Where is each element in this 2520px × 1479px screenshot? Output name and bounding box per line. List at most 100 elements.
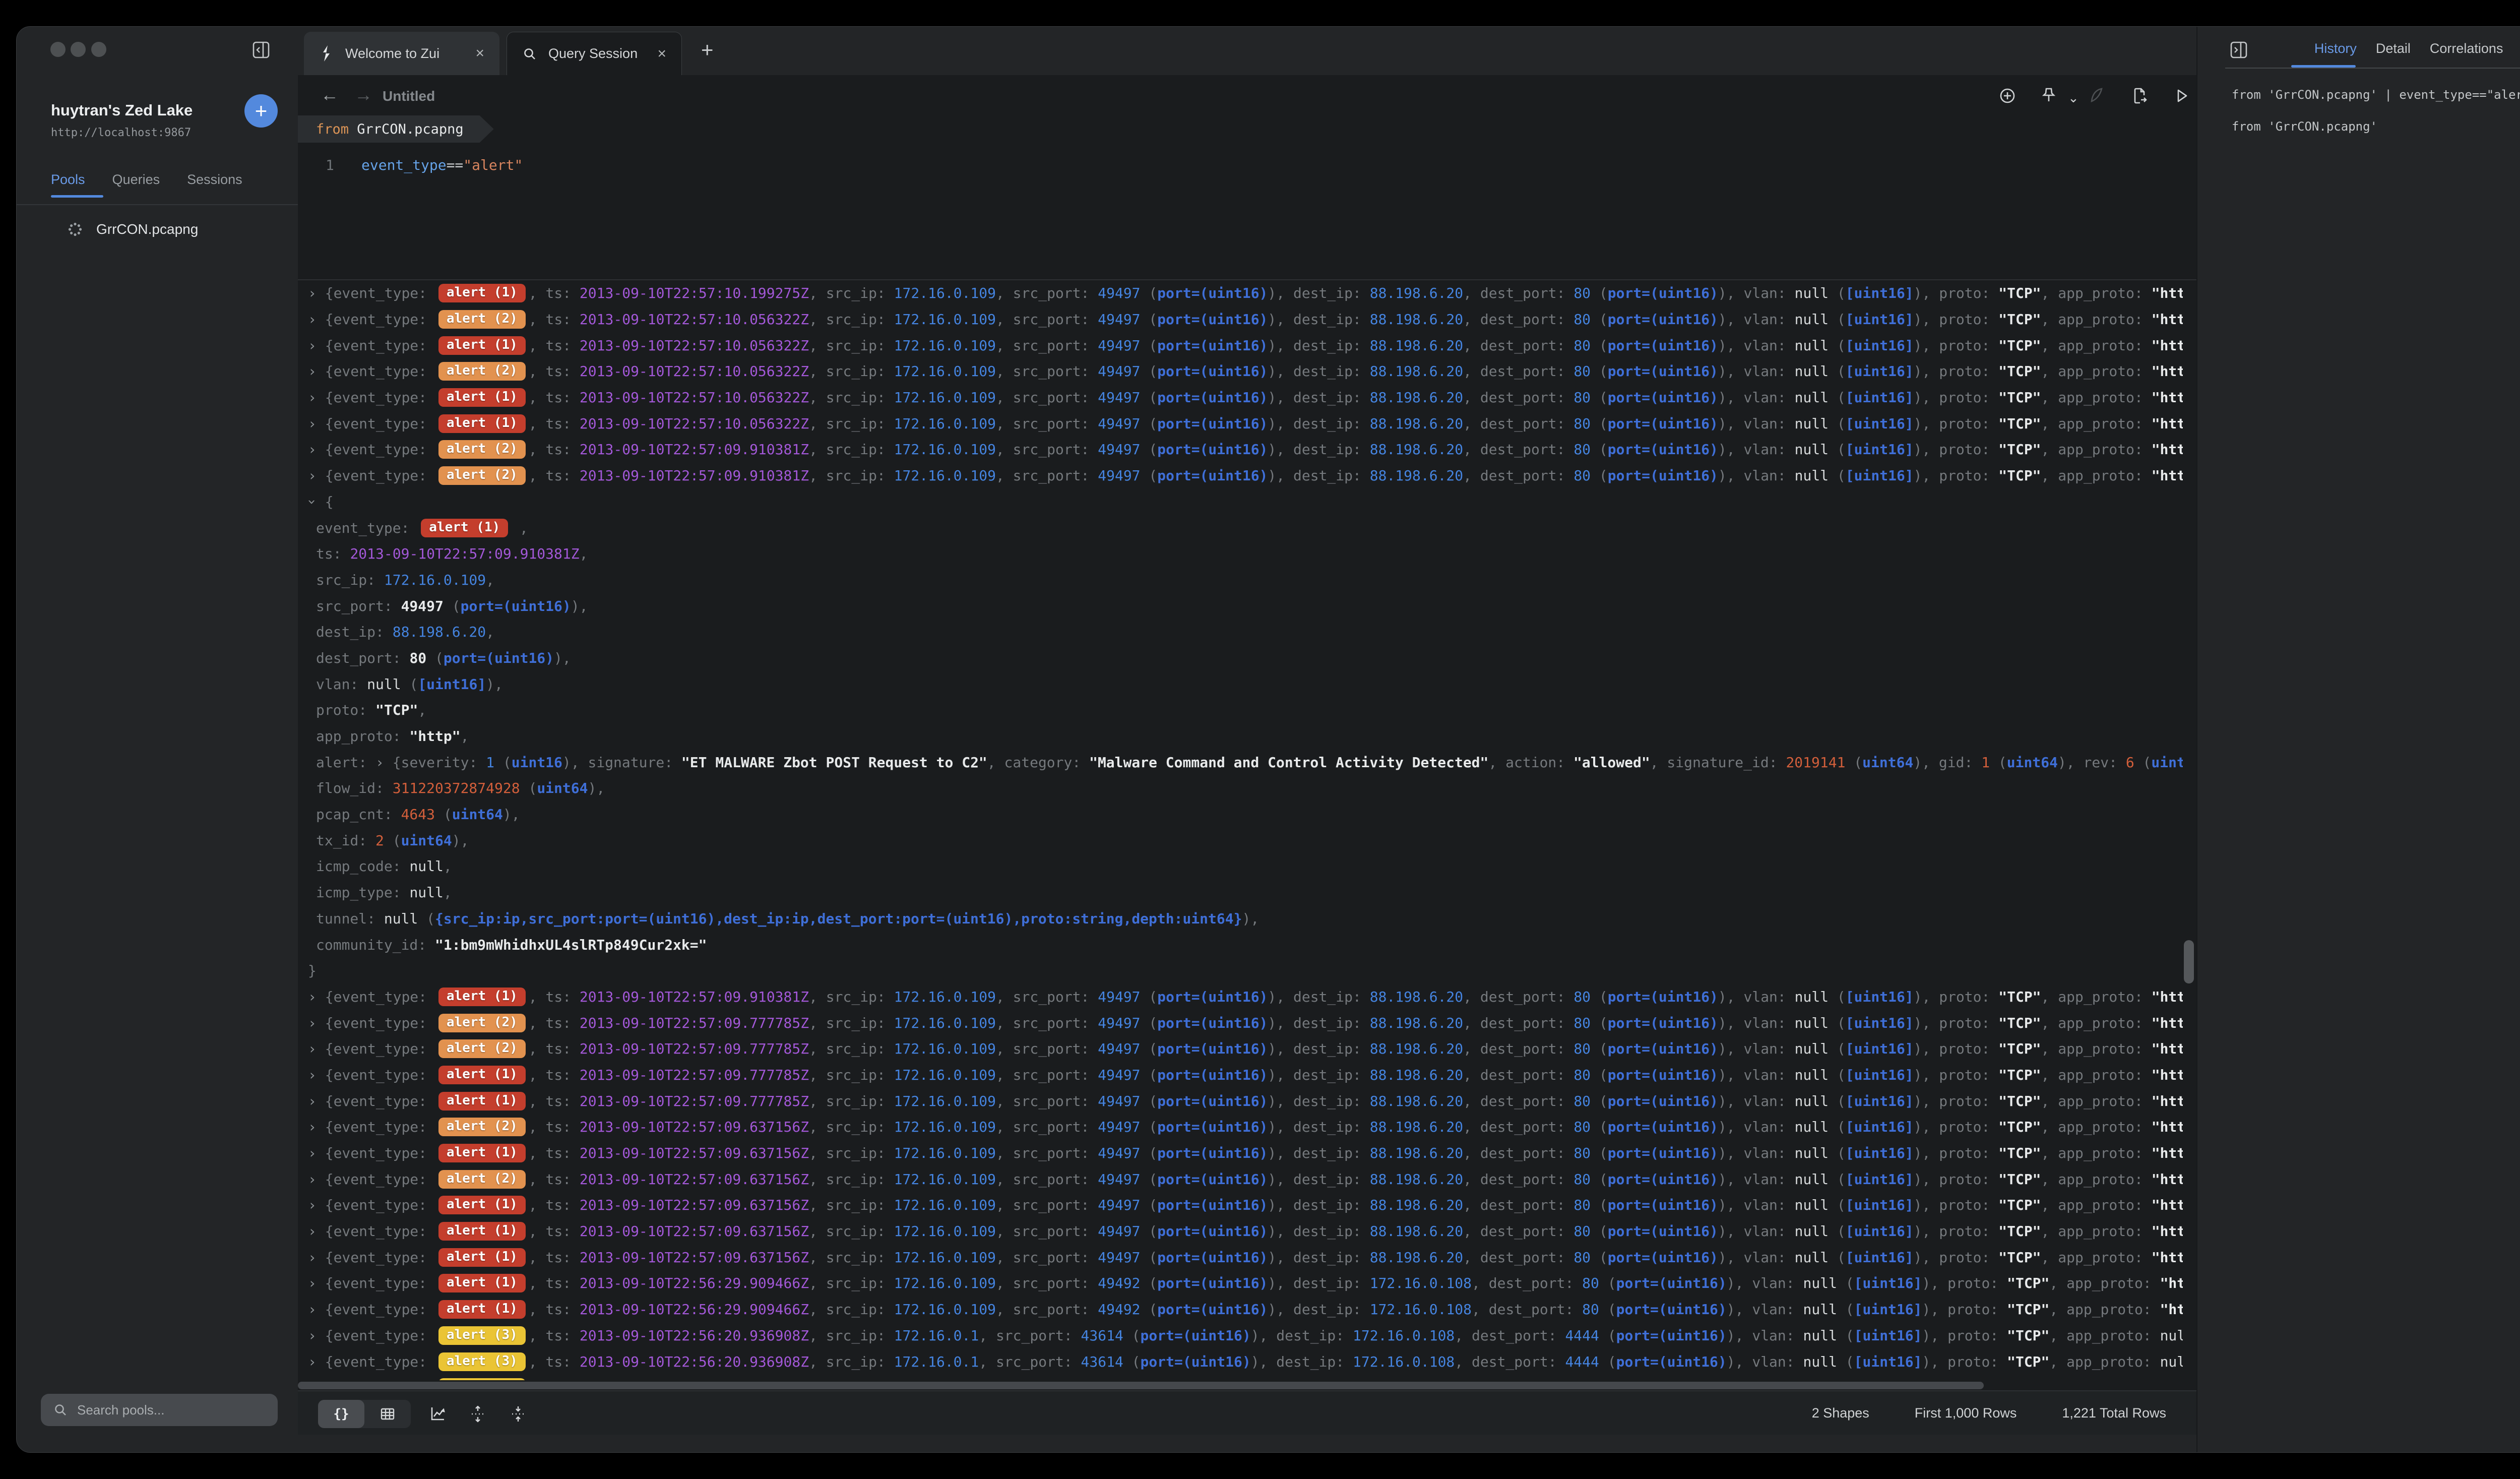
expand-chevron-icon: › bbox=[308, 389, 317, 406]
search-icon bbox=[522, 46, 537, 61]
result-row[interactable]: › {event_type: alert (1), ts: 2013-09-10… bbox=[308, 1192, 2183, 1218]
fin-icon[interactable] bbox=[2087, 86, 2106, 105]
expanded-record-line[interactable]: flow_id: 311220372874928 (uint64), bbox=[308, 775, 2183, 802]
expand-chevron-icon: › bbox=[375, 754, 384, 771]
expanded-record-line[interactable]: pcap_cnt: 4643 (uint64), bbox=[308, 802, 2183, 828]
close-tab-icon[interactable]: × bbox=[657, 45, 666, 63]
result-row[interactable]: › {event_type: alert (2), ts: 2013-09-10… bbox=[308, 358, 2183, 385]
panel-tab-correlations[interactable]: Correlations bbox=[2430, 41, 2503, 56]
result-row[interactable]: › {event_type: alert (2), ts: 2013-09-10… bbox=[308, 1166, 2183, 1192]
vertical-scrollbar[interactable] bbox=[2184, 940, 2194, 983]
expanded-record-line[interactable]: tunnel: null ({src_ip:ip,src_port:port=(… bbox=[308, 906, 2183, 932]
result-row[interactable]: › {event_type: alert (1), ts: 2013-09-10… bbox=[308, 1297, 2183, 1323]
traffic-light-zoom[interactable] bbox=[91, 42, 106, 57]
result-row[interactable]: › {event_type: alert (2), ts: 2013-09-10… bbox=[308, 437, 2183, 463]
expanded-record-line[interactable]: src_port: 49497 (port=(uint16)), bbox=[308, 593, 2183, 619]
main-content: ← → Untitled ⌄ bbox=[298, 75, 2196, 1453]
result-row[interactable]: › {event_type: alert (1), ts: 2013-09-10… bbox=[308, 1244, 2183, 1270]
result-row[interactable]: › {event_type: alert (3), ts: 2013-09-10… bbox=[308, 1348, 2183, 1375]
tab-welcome-label: Welcome to Zui bbox=[345, 46, 439, 61]
result-row[interactable]: › {event_type: alert (1), ts: 2013-09-10… bbox=[308, 332, 2183, 358]
query-editor-line[interactable]: 1 event_type=="alert" bbox=[298, 157, 2196, 183]
sidebar-tab-sessions[interactable]: Sessions bbox=[187, 172, 242, 188]
run-query-icon[interactable] bbox=[2172, 86, 2191, 105]
expand-rows-icon[interactable] bbox=[468, 1404, 487, 1424]
sidebar-collapse-icon[interactable] bbox=[251, 40, 271, 60]
result-row[interactable]: › {event_type: alert (1), ts: 2013-09-10… bbox=[308, 1062, 2183, 1088]
lake-title: huytran's Zed Lake bbox=[51, 101, 193, 119]
expanded-record-line[interactable]: src_ip: 172.16.0.109, bbox=[308, 567, 2183, 593]
expand-chevron-icon: › bbox=[308, 467, 317, 484]
expand-chevron-icon: › bbox=[308, 311, 317, 328]
expanded-record-line[interactable]: community_id: "1:bm9mWhidhxUL4slRTp849Cu… bbox=[308, 932, 2183, 958]
panel-collapse-icon[interactable] bbox=[2229, 40, 2248, 60]
tab-welcome[interactable]: Welcome to Zui × bbox=[304, 32, 499, 75]
result-row[interactable]: › {event_type: alert (1), ts: 2013-09-10… bbox=[308, 280, 2183, 306]
panel-tab-history[interactable]: History bbox=[2314, 41, 2357, 56]
traffic-light-minimize[interactable] bbox=[71, 42, 86, 57]
alert-badge: alert (2) bbox=[438, 440, 526, 459]
panel-tab-detail[interactable]: Detail bbox=[2376, 41, 2411, 56]
result-row[interactable]: › {event_type: alert (2), ts: 2013-09-10… bbox=[308, 463, 2183, 489]
alert-badge: alert (1) bbox=[438, 284, 526, 302]
export-results-icon[interactable] bbox=[2130, 86, 2149, 105]
result-row[interactable]: › {event_type: alert (1), ts: 2013-09-10… bbox=[308, 410, 2183, 437]
result-row[interactable]: › {event_type: alert (1), ts: 2013-09-10… bbox=[308, 385, 2183, 411]
collapse-rows-icon[interactable] bbox=[509, 1404, 528, 1424]
result-row[interactable]: › {event_type: alert (1), ts: 2013-09-10… bbox=[308, 1218, 2183, 1245]
back-button[interactable]: ← bbox=[321, 84, 339, 105]
expanded-record-line[interactable]: event_type: alert (1) , bbox=[308, 515, 2183, 541]
circle-plus-icon[interactable] bbox=[1998, 86, 2017, 105]
right-panel-tabs: HistoryDetailCorrelationsColumns bbox=[2314, 41, 2520, 56]
json-view-button[interactable]: {} bbox=[318, 1400, 364, 1428]
chevron-down-icon[interactable]: ⌄ bbox=[2068, 90, 2079, 106]
horizontal-scrollbar[interactable] bbox=[298, 1382, 1984, 1389]
result-row[interactable]: › {event_type: alert (3), ts: 2013-09-10… bbox=[308, 1375, 2183, 1380]
result-row[interactable]: › {event_type: alert (2), ts: 2013-09-10… bbox=[308, 1114, 2183, 1140]
result-row[interactable]: › {event_type: alert (1), ts: 2013-09-10… bbox=[308, 1088, 2183, 1114]
result-row[interactable]: › {event_type: alert (2), ts: 2013-09-10… bbox=[308, 1036, 2183, 1062]
pin-icon[interactable] bbox=[2039, 86, 2058, 105]
pool-list-item[interactable]: GrrCON.pcapng bbox=[67, 214, 198, 244]
results-list: › {event_type: alert (1), ts: 2013-09-10… bbox=[298, 280, 2183, 1380]
history-item[interactable]: from 'GrrCON.pcapng' | event_type=="aler… bbox=[2197, 80, 2520, 110]
chart-icon[interactable] bbox=[428, 1404, 447, 1424]
history-item[interactable]: from 'GrrCON.pcapng'6 mins bbox=[2197, 111, 2520, 142]
search-pools-input[interactable]: Search pools... bbox=[41, 1394, 278, 1426]
expanded-record-line[interactable]: vlan: null ([uint16]), bbox=[308, 671, 2183, 697]
expanded-record-line[interactable]: app_proto: "http", bbox=[308, 723, 2183, 750]
expanded-record-line[interactable]: } bbox=[308, 958, 2183, 984]
alert-badge: alert (1) bbox=[438, 1248, 526, 1267]
expanded-record-line[interactable]: icmp_code: null, bbox=[308, 853, 2183, 880]
add-pool-button[interactable]: + bbox=[244, 94, 278, 128]
result-row[interactable]: › {event_type: alert (1), ts: 2013-09-10… bbox=[308, 1140, 2183, 1166]
expanded-record-line[interactable]: dest_ip: 88.198.6.20, bbox=[308, 619, 2183, 645]
pill-pool-name: GrrCON.pcapng bbox=[349, 121, 464, 137]
result-row[interactable]: › {event_type: alert (2), ts: 2013-09-10… bbox=[308, 1010, 2183, 1036]
alert-badge: alert (2) bbox=[438, 1039, 526, 1058]
expanded-record-line[interactable]: icmp_type: null, bbox=[308, 880, 2183, 906]
result-row[interactable]: › {event_type: alert (1), ts: 2013-09-10… bbox=[308, 984, 2183, 1010]
new-tab-button[interactable]: + bbox=[701, 38, 714, 62]
expanded-record-line[interactable]: dest_port: 80 (port=(uint16)), bbox=[308, 645, 2183, 671]
tab-query-session[interactable]: Query Session × bbox=[507, 32, 682, 75]
expand-chevron-icon: › bbox=[308, 1093, 317, 1110]
search-icon bbox=[53, 1402, 68, 1418]
query-title: Untitled bbox=[383, 88, 435, 104]
sidebar-tab-queries[interactable]: Queries bbox=[112, 172, 160, 188]
expanded-record-line[interactable]: alert: › {severity: 1 (uint16), signatur… bbox=[308, 749, 2183, 775]
expanded-record-line[interactable]: ts: 2013-09-10T22:57:09.910381Z, bbox=[308, 541, 2183, 567]
alert-badge: alert (2) bbox=[438, 1014, 526, 1032]
result-row[interactable]: › {event_type: alert (1), ts: 2013-09-10… bbox=[308, 1270, 2183, 1297]
result-row[interactable]: › {event_type: alert (3), ts: 2013-09-10… bbox=[308, 1323, 2183, 1349]
expanded-record-line[interactable]: proto: "TCP", bbox=[308, 697, 2183, 723]
table-view-button[interactable] bbox=[364, 1400, 411, 1428]
result-row[interactable]: › {event_type: alert (2), ts: 2013-09-10… bbox=[308, 306, 2183, 333]
forward-button[interactable]: → bbox=[354, 84, 372, 105]
traffic-light-close[interactable] bbox=[50, 42, 66, 57]
expanded-record-line[interactable]: tx_id: 2 (uint64), bbox=[308, 827, 2183, 853]
expanded-record-line[interactable]: › { bbox=[308, 489, 2183, 515]
close-tab-icon[interactable]: × bbox=[475, 45, 484, 62]
sidebar-tab-pools[interactable]: Pools bbox=[51, 172, 85, 188]
from-pool-pill[interactable]: from GrrCON.pcapng bbox=[298, 115, 494, 143]
